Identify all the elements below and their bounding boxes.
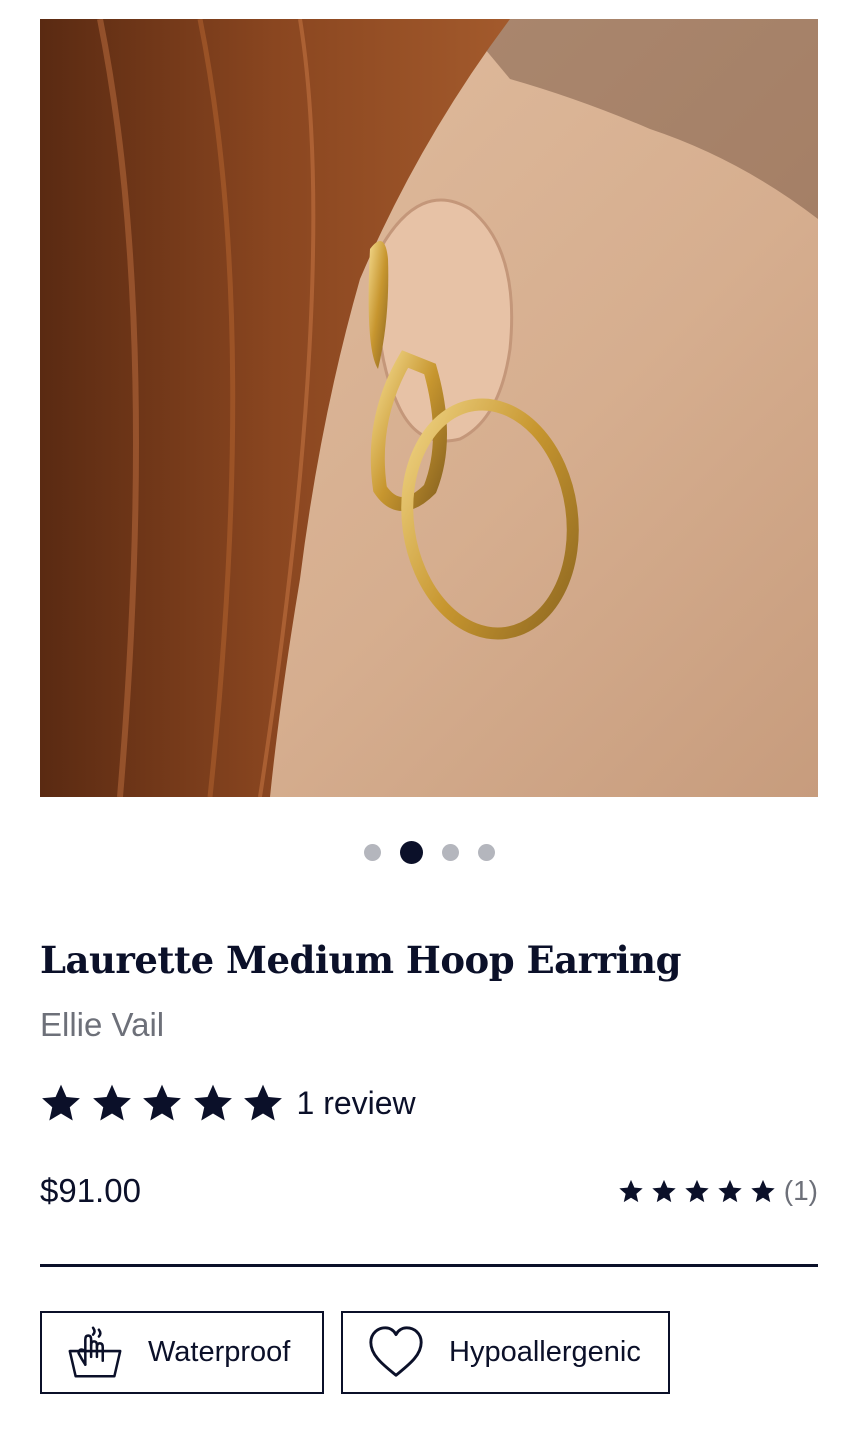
star-icon <box>718 1179 742 1203</box>
mini-rating-count: (1) <box>783 1175 818 1206</box>
star-icon <box>92 1084 131 1121</box>
star-icon <box>244 1084 282 1121</box>
rating-summary[interactable]: 1 review <box>40 1080 416 1126</box>
star-icon <box>143 1084 181 1121</box>
heart-icon <box>369 1325 423 1377</box>
product-image[interactable] <box>40 19 818 797</box>
mini-rating[interactable]: (1) <box>617 1174 818 1208</box>
review-count-link[interactable]: 1 review <box>297 1085 416 1122</box>
star-icon <box>193 1084 232 1121</box>
badge-hypoallergenic-label: Hypoallergenic <box>449 1336 641 1368</box>
badge-waterproof: Waterproof <box>40 1311 324 1394</box>
star-icon <box>751 1179 775 1203</box>
carousel-dot-1[interactable] <box>363 843 381 861</box>
star-icon <box>42 1084 80 1121</box>
carousel-dot-4[interactable] <box>477 843 495 861</box>
product-brand[interactable]: Ellie Vail <box>40 1006 164 1044</box>
star-icon <box>619 1179 643 1203</box>
badge-hypoallergenic: Hypoallergenic <box>341 1311 670 1394</box>
water-basin-hand-icon <box>68 1326 122 1378</box>
carousel-dots <box>0 840 858 864</box>
badge-waterproof-label: Waterproof <box>148 1336 291 1368</box>
star-icon <box>685 1179 709 1203</box>
product-price: $91.00 <box>40 1172 141 1209</box>
product-photo <box>40 19 818 797</box>
star-icon <box>652 1179 676 1203</box>
divider <box>40 1264 818 1267</box>
carousel-dot-3[interactable] <box>441 843 459 861</box>
product-title: Laurette Medium Hoop Earring <box>40 938 681 982</box>
carousel-dot-2-active[interactable] <box>399 840 423 864</box>
product-page: Laurette Medium Hoop Earring Ellie Vail … <box>0 0 858 1440</box>
